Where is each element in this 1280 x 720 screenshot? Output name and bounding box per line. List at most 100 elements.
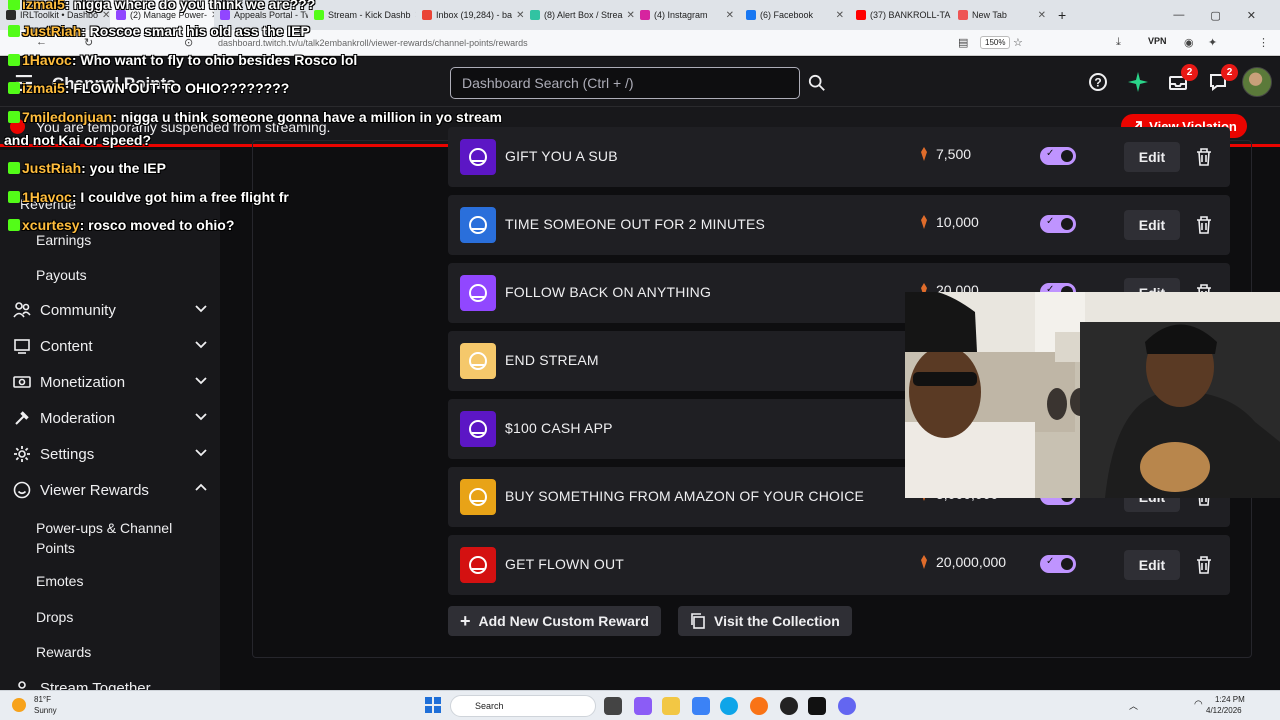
sidebar-item-settings[interactable]: Settings xyxy=(12,444,208,464)
browser-tab[interactable]: (6) Facebook ✕ xyxy=(740,0,850,30)
back-icon[interactable]: ← xyxy=(36,36,47,48)
add-custom-reward-button[interactable]: + Add New Custom Reward xyxy=(448,606,661,636)
browser-tab[interactable]: (4) Instagram ✕ xyxy=(634,0,740,30)
inbox-icon[interactable]: 2 xyxy=(1166,64,1198,94)
reader-icon[interactable]: ▤ xyxy=(958,36,968,49)
tab-close-icon[interactable]: ✕ xyxy=(516,10,524,21)
sidebar-subitem[interactable]: Rewards xyxy=(36,642,196,662)
site-info-icon[interactable]: ⊙ xyxy=(184,36,193,49)
new-tab-icon[interactable]: + xyxy=(1052,0,1072,30)
url-field[interactable]: dashboard.twitch.tv/u/talk2embankroll/vi… xyxy=(218,38,528,48)
download-icon[interactable]: ⤓ xyxy=(1116,36,1121,49)
tab-close-icon[interactable]: ✕ xyxy=(627,10,634,21)
reward-name: GET FLOWN OUT xyxy=(505,556,625,572)
sidebar-item-viewer-rewards[interactable]: Viewer Rewards xyxy=(12,480,208,500)
outlook-icon[interactable] xyxy=(692,697,710,715)
chevron-up-icon[interactable] xyxy=(194,481,208,499)
visit-collection-button[interactable]: Visit the Collection xyxy=(678,606,852,636)
clock-time[interactable]: 1:24 PM xyxy=(1215,695,1245,704)
browser-tab[interactable]: Stream - Kick Dashb✕ xyxy=(308,0,416,30)
chevron-down-icon[interactable] xyxy=(194,373,208,391)
browser-tab[interactable]: IRLToolkit • Dashbo ✕ xyxy=(0,0,110,30)
browser-tab[interactable]: (2) Manage Power-✕ xyxy=(110,0,214,30)
close-window-icon[interactable]: ✕ xyxy=(1247,9,1256,22)
zoom-level[interactable]: 150% xyxy=(980,36,1011,49)
extensions-icon[interactable]: ✦ xyxy=(1208,36,1217,49)
dashboard-search-input[interactable]: Dashboard Search (Ctrl + /) xyxy=(450,67,800,99)
wifi-icon[interactable]: ◠ xyxy=(1194,699,1203,710)
edit-reward-button[interactable]: Edit xyxy=(1124,210,1180,240)
terminal-icon[interactable] xyxy=(808,697,826,715)
weather-desc: Sunny xyxy=(34,706,57,715)
vpn-button[interactable]: VPN xyxy=(1148,36,1167,46)
reward-cost-value: 10,000 xyxy=(936,214,979,230)
edit-reward-button[interactable]: Edit xyxy=(1124,550,1180,580)
tab-close-icon[interactable]: ✕ xyxy=(1038,10,1046,21)
copilot-icon[interactable] xyxy=(634,697,652,715)
bookmark-star-icon[interactable]: ☆ xyxy=(1013,36,1023,49)
tab-favicon-icon xyxy=(640,10,650,20)
tray-chevron-icon[interactable]: ︿ xyxy=(1129,699,1138,712)
visit-collection-label: Visit the Collection xyxy=(714,613,840,629)
chevron-down-icon[interactable] xyxy=(194,409,208,427)
sidebar-item-stream-together[interactable]: Stream Together xyxy=(12,678,208,690)
sidebar-subitem[interactable]: Emotes xyxy=(36,571,196,591)
reward-row[interactable]: GIFT YOU A SUB 7,500 ✓ Edit xyxy=(448,127,1230,187)
reward-enabled-toggle[interactable]: ✓ xyxy=(1040,147,1076,165)
taskbar-search-box[interactable]: Search xyxy=(450,695,596,717)
browser-tab[interactable]: New Tab ✕ xyxy=(952,0,1052,30)
weather-icon xyxy=(12,698,26,712)
chevron-down-icon[interactable] xyxy=(194,337,208,355)
menu-dots-icon[interactable]: ⋮ xyxy=(1258,36,1269,49)
sparkle-icon[interactable] xyxy=(1126,70,1150,94)
avatar[interactable] xyxy=(1242,67,1272,97)
account-icon[interactable]: ◉ xyxy=(1184,36,1194,49)
tab-close-icon[interactable]: ✕ xyxy=(726,10,734,21)
hamburger-menu-icon[interactable]: ☰ xyxy=(14,71,34,97)
browser-tab[interactable]: (37) BANKROLL-TA✕ xyxy=(850,0,952,30)
tab-favicon-icon xyxy=(422,10,432,20)
copy-icon xyxy=(691,613,705,629)
sidebar-item-moderation[interactable]: Moderation xyxy=(12,408,208,428)
windows-start-icon[interactable] xyxy=(425,697,441,713)
sidebar-item-earnings[interactable]: Earnings xyxy=(36,232,91,248)
minimize-icon[interactable]: — xyxy=(1173,9,1184,21)
whispers-icon[interactable]: 2 xyxy=(1206,64,1238,94)
search-icon xyxy=(808,74,825,91)
reward-enabled-toggle[interactable]: ✓ xyxy=(1040,555,1076,573)
reward-enabled-toggle[interactable]: ✓ xyxy=(1040,215,1076,233)
maximize-icon[interactable]: ▢ xyxy=(1210,9,1220,22)
tab-close-icon[interactable]: ✕ xyxy=(102,10,110,21)
reload-icon[interactable]: ↻ xyxy=(84,36,93,49)
browser-tab[interactable]: Inbox (19,284) - ba ✕ xyxy=(416,0,524,30)
delete-reward-button[interactable] xyxy=(1192,213,1216,237)
edge-icon[interactable] xyxy=(720,697,738,715)
tab-close-icon[interactable]: ✕ xyxy=(836,10,844,21)
reward-icon xyxy=(460,547,496,583)
browser-tab[interactable]: (8) Alert Box / Strea ✕ xyxy=(524,0,634,30)
reward-row[interactable]: TIME SOMEONE OUT FOR 2 MINUTES 10,000 ✓ Edi… xyxy=(448,195,1230,255)
task-view-icon[interactable] xyxy=(604,697,622,715)
file-explorer-icon[interactable] xyxy=(662,697,680,715)
help-icon[interactable]: ? xyxy=(1086,70,1110,94)
sidebar-item-community[interactable]: Community xyxy=(12,300,208,320)
sidebar-subitem[interactable]: Drops xyxy=(36,607,196,627)
chevron-down-icon[interactable] xyxy=(194,301,208,319)
delete-reward-button[interactable] xyxy=(1192,145,1216,169)
sidebar-item-content[interactable]: Content xyxy=(12,336,208,356)
chevron-down-icon[interactable] xyxy=(194,445,208,463)
sidebar-subitem[interactable]: Power-ups & Channel Points xyxy=(36,518,196,558)
edit-reward-button[interactable]: Edit xyxy=(1124,142,1180,172)
obs-icon[interactable] xyxy=(780,697,798,715)
sidebar-item-monetization[interactable]: Monetization xyxy=(12,372,208,392)
firefox-icon[interactable] xyxy=(750,697,768,715)
reward-row[interactable]: GET FLOWN OUT 20,000,000 ✓ Edit xyxy=(448,535,1230,595)
sidebar-item-revenue[interactable]: Revenue xyxy=(20,196,76,212)
discord-icon[interactable] xyxy=(838,697,856,715)
clock-date[interactable]: 4/12/2026 xyxy=(1206,706,1242,715)
reward-name: BUY SOMETHING FROM AMAZON OF YOUR CHOICE xyxy=(505,488,865,504)
sidebar-item-payouts[interactable]: Payouts xyxy=(36,267,87,283)
browser-tab[interactable]: Appeals Portal - Tw✕ xyxy=(214,0,308,30)
search-button[interactable] xyxy=(802,67,832,99)
delete-reward-button[interactable] xyxy=(1192,553,1216,577)
